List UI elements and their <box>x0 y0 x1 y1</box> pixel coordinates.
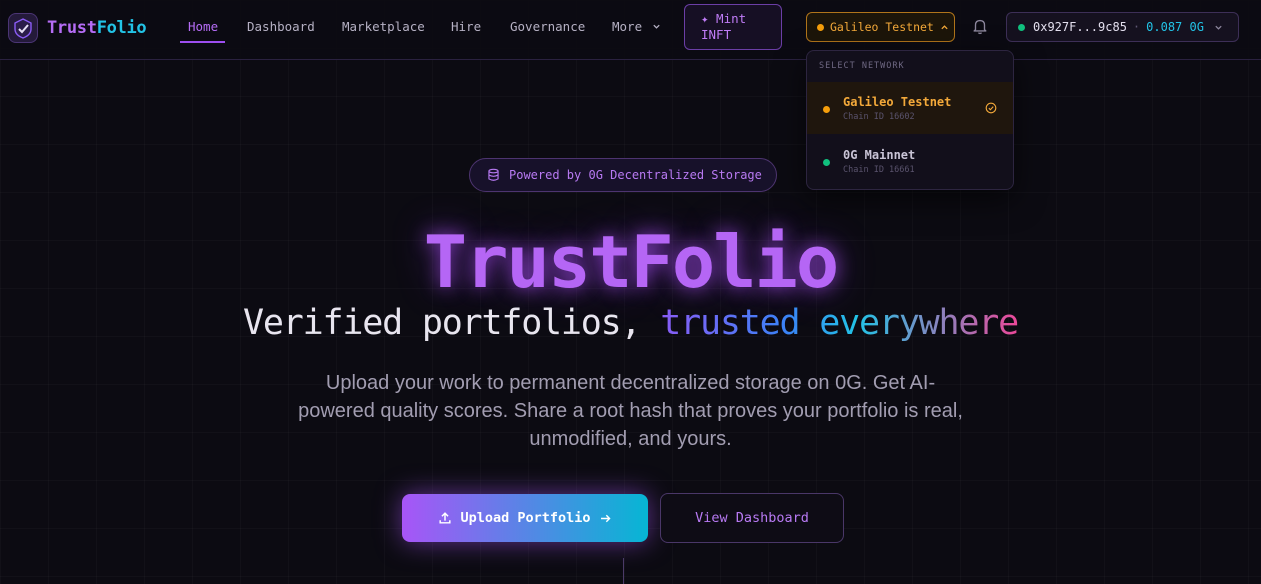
network-option-name: 0G Mainnet <box>843 148 916 162</box>
network-option-chain: Chain ID 16602 <box>843 112 915 122</box>
badge-text: Powered by 0G Decentralized Storage <box>509 168 762 182</box>
nav-more-label: More <box>612 19 643 34</box>
view-dashboard-label: View Dashboard <box>695 510 809 526</box>
database-icon <box>488 168 499 181</box>
upload-portfolio-button[interactable]: Upload Portfolio <box>402 494 648 542</box>
scroll-indicator-line <box>623 558 624 584</box>
wallet-address: 0x927F...9c85 <box>1033 20 1127 34</box>
network-option-dot <box>823 159 830 166</box>
wallet-connected-dot <box>1018 23 1025 31</box>
nav-link-marketplace[interactable]: Marketplace <box>342 19 425 34</box>
subtitle-plain: Verified portfolios, <box>242 303 661 343</box>
brand-logo[interactable]: TrustFolio <box>8 13 147 43</box>
nav-link-dashboard[interactable]: Dashboard <box>247 19 315 34</box>
subtitle-highlight: trusted everywhere <box>660 303 1018 343</box>
wallet-button[interactable]: 0x927F...9c85 · 0.087 0G <box>1006 12 1239 42</box>
chevron-down-icon <box>652 24 660 29</box>
hero-subtitle: Verified portfolios, trusted everywhere <box>0 303 1261 343</box>
network-status-dot <box>817 23 824 31</box>
arrow-right-icon <box>600 514 611 522</box>
hero-title: TrustFolio <box>423 220 839 304</box>
top-navbar: TrustFolio Home Dashboard Marketplace Hi… <box>0 0 1261 60</box>
network-option-mainnet[interactable]: 0G Mainnet Chain ID 16661 <box>807 135 1013 187</box>
nav-link-home[interactable]: Home <box>188 19 218 34</box>
nav-link-governance[interactable]: Governance <box>510 19 585 34</box>
network-option-dot <box>823 106 830 113</box>
network-option-chain: Chain ID 16661 <box>843 165 915 175</box>
network-dropdown: SELECT NETWORK Galileo Testnet Chain ID … <box>806 50 1014 190</box>
hero-description: Upload your work to permanent decentrali… <box>298 372 963 450</box>
nav-active-indicator <box>180 41 225 43</box>
network-option-galileo[interactable]: Galileo Testnet Chain ID 16602 <box>807 82 1013 134</box>
mint-inft-button[interactable]: ✦ Mint INFT <box>684 4 782 50</box>
check-circle-icon <box>985 102 997 114</box>
view-dashboard-button[interactable]: View Dashboard <box>660 493 844 543</box>
logo-mark-icon <box>8 13 38 43</box>
storage-badge: Powered by 0G Decentralized Storage <box>469 158 777 192</box>
upload-icon <box>439 512 452 524</box>
wallet-separator: · <box>1132 20 1141 34</box>
nav-link-hire[interactable]: Hire <box>451 19 481 34</box>
network-selector-button[interactable]: Galileo Testnet <box>806 12 955 42</box>
brand-name: TrustFolio <box>47 18 147 38</box>
network-current-label: Galileo Testnet <box>830 20 934 34</box>
wallet-balance: 0.087 0G <box>1146 20 1204 34</box>
subtitle-word-everywhere: everywhere <box>819 303 1018 343</box>
mint-label-line2: INFT <box>701 27 732 42</box>
nav-link-more[interactable]: More <box>612 19 661 34</box>
mint-label-line1: ✦ Mint <box>701 11 747 26</box>
subtitle-word-trusted: trusted <box>660 303 800 343</box>
chevron-down-icon <box>1215 25 1222 30</box>
dropdown-heading: SELECT NETWORK <box>819 61 905 71</box>
upload-portfolio-label: Upload Portfolio <box>460 510 591 526</box>
bell-icon[interactable] <box>971 17 989 39</box>
chevron-up-icon <box>941 24 948 29</box>
network-option-name: Galileo Testnet <box>843 95 952 109</box>
